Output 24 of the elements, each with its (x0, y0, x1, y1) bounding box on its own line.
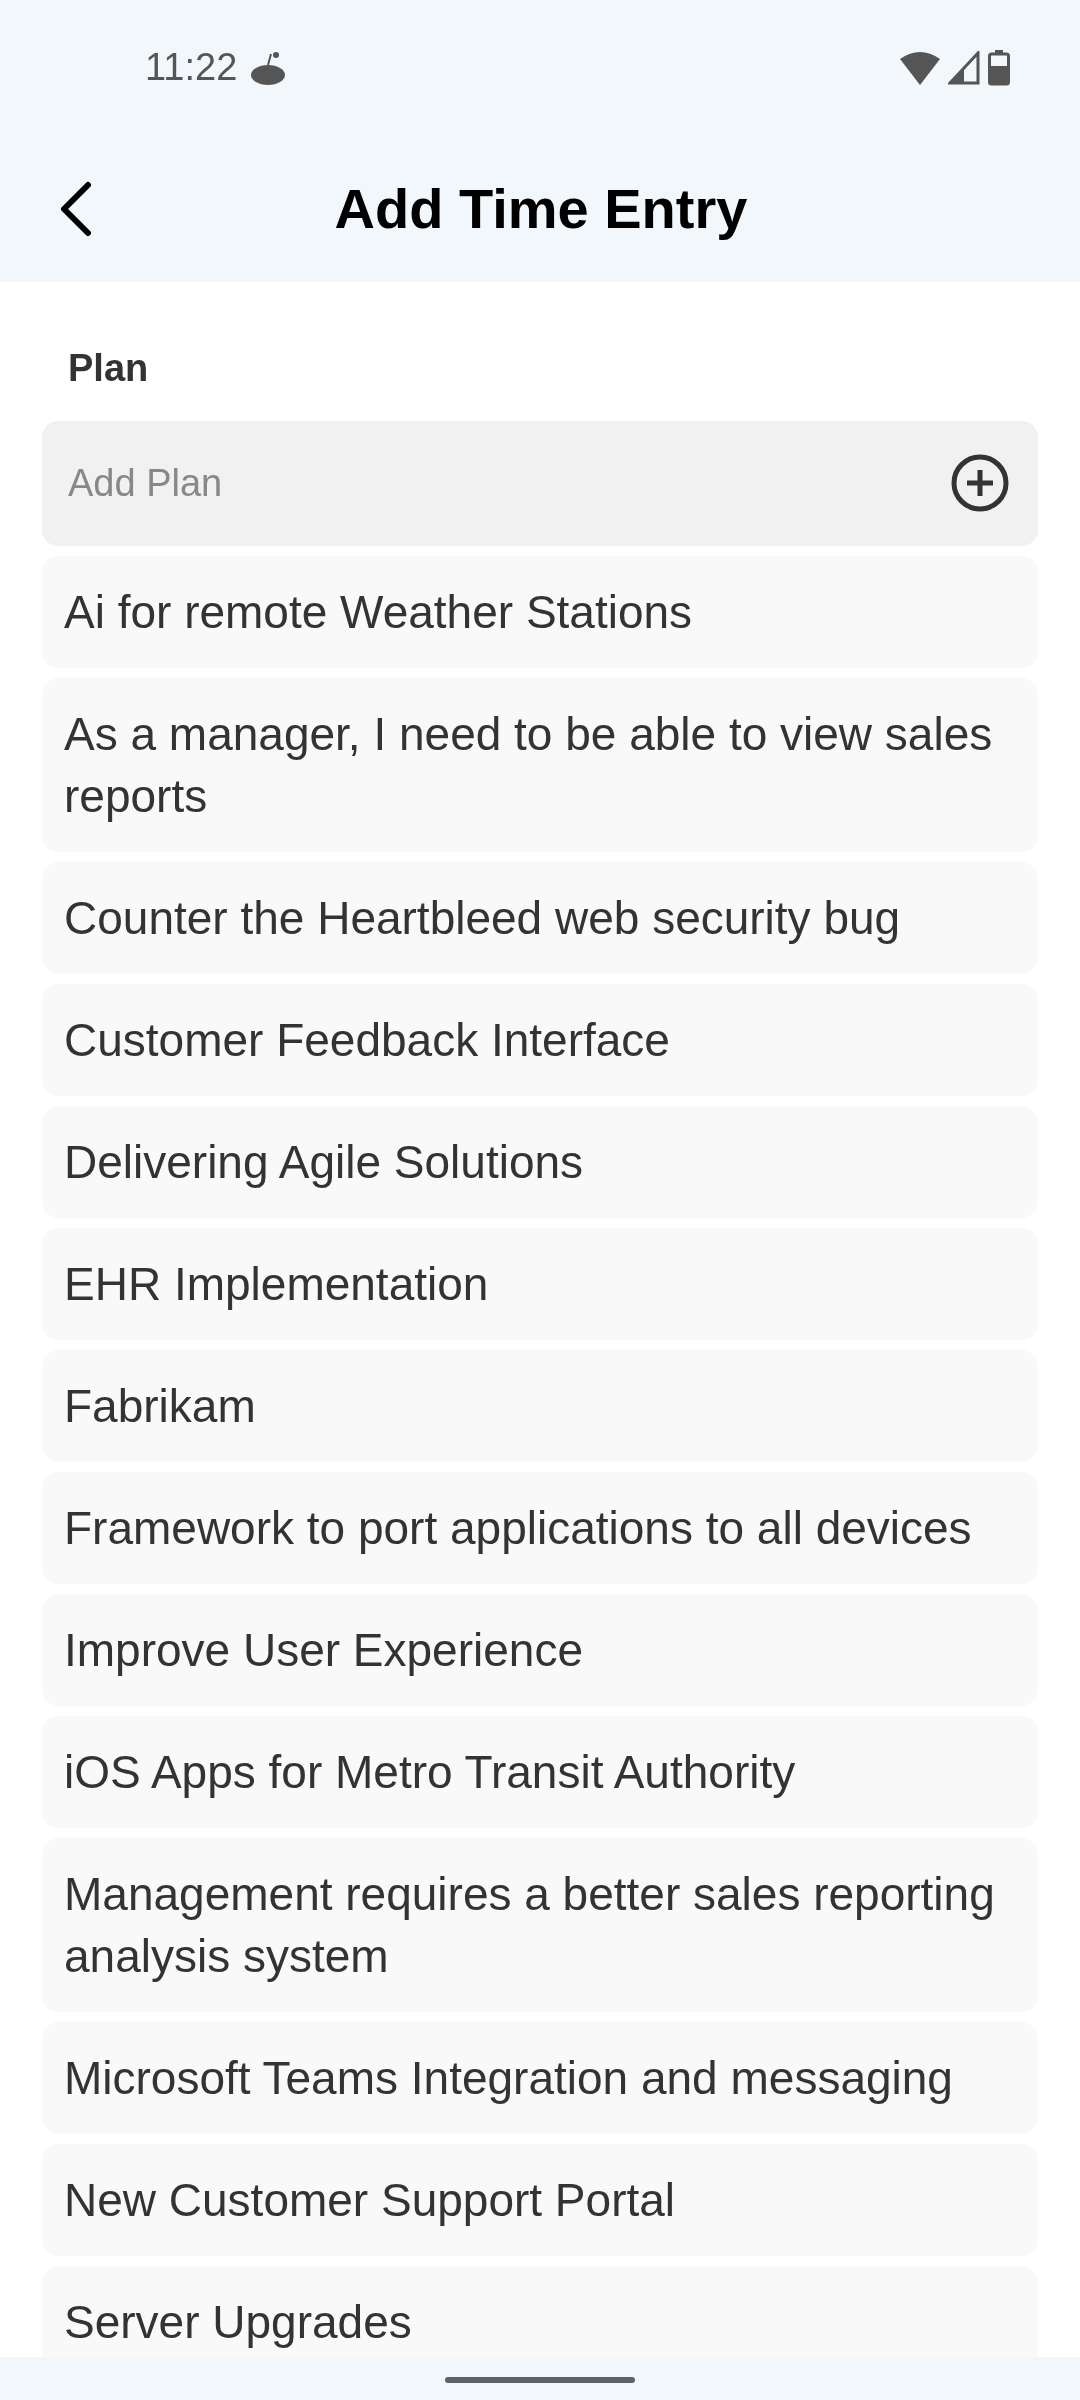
signal-icon (948, 50, 980, 85)
plan-list-item[interactable]: Management requires a better sales reporting analysis system (42, 1838, 1038, 2012)
wifi-icon (900, 50, 940, 85)
plan-list-item[interactable]: Fabrikam (42, 1350, 1038, 1462)
page-title: Add Time Entry (334, 175, 748, 242)
battery-icon (988, 49, 1010, 86)
add-circle-icon[interactable] (950, 453, 1010, 513)
plan-list-item[interactable]: EHR Implementation (42, 1228, 1038, 1340)
add-plan-field[interactable]: Add Plan (42, 421, 1038, 546)
plan-list-item[interactable]: Framework to port applications to all devices (42, 1472, 1038, 1584)
plan-list-item[interactable]: Microsoft Teams Integration and messaging (42, 2022, 1038, 2134)
plan-list-item[interactable]: New Customer Support Portal (42, 2144, 1038, 2256)
plan-list-item[interactable]: Improve User Experience (42, 1594, 1038, 1706)
plan-list-item[interactable]: iOS Apps for Metro Transit Authority (42, 1716, 1038, 1828)
section-label: Plan (67, 346, 150, 391)
back-icon (58, 180, 92, 237)
plan-list-item[interactable]: Ai for remote Weather Stations (42, 556, 1038, 668)
plan-list-item[interactable]: Counter the Heartbleed web security bug (42, 862, 1038, 974)
plan-list-item[interactable]: Customer Feedback Interface (42, 984, 1038, 1096)
plan-list-item[interactable]: Delivering Agile Solutions (42, 1106, 1038, 1218)
status-time: 11:22 (145, 45, 238, 90)
plan-list-item[interactable]: As a manager, I need to be able to view sales reports (42, 678, 1038, 852)
plan-list-item[interactable]: Server Upgrades (42, 2266, 1038, 2357)
robot-notification-icon (249, 50, 288, 85)
